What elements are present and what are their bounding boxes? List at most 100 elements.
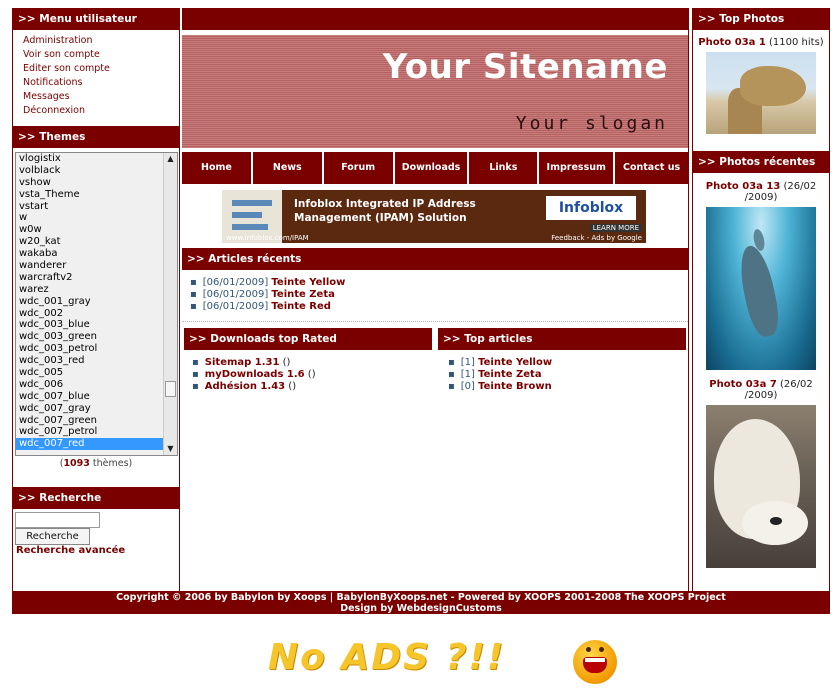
dolphin-photo[interactable] <box>706 207 816 370</box>
search-input[interactable] <box>15 512 100 528</box>
polar-bear-photo[interactable] <box>706 405 816 568</box>
theme-option[interactable]: wdc_007_green <box>16 415 163 427</box>
article-link[interactable]: Teinte Zeta <box>478 369 541 380</box>
list-item: [1] Teinte Yellow <box>448 357 686 369</box>
theme-options: vlogistix volblack vshow vsta_Theme vstart w w… <box>16 153 163 455</box>
advanced-search-link[interactable]: Recherche avancée <box>16 545 179 556</box>
list-item: [1] Teinte Zeta <box>448 369 686 381</box>
nav-downloads[interactable]: Downloads <box>394 152 470 184</box>
article-link[interactable]: Teinte Brown <box>478 381 552 392</box>
user-menu: Administration Voir son compte Editer so… <box>13 30 179 124</box>
download-rating: () <box>288 381 297 392</box>
theme-option[interactable]: vstart <box>16 201 163 213</box>
nav-links[interactable]: Links <box>469 152 540 184</box>
article-link[interactable]: Teinte Yellow <box>478 357 552 368</box>
top-articles-section: >> Top articles [1] Teinte Yellow [1] Te… <box>438 328 686 397</box>
download-link[interactable]: Sitemap 1.31 <box>205 357 280 368</box>
article-hits: [1] <box>460 357 475 368</box>
nav-impressum[interactable]: Impressum <box>539 152 616 184</box>
article-date: [06/01/2009] <box>202 289 269 300</box>
photo-caption: Photo 03a 13 (26/02 /2009) <box>705 181 817 203</box>
photo-caption: Photo 03a 1 (1100 hits) <box>698 37 824 48</box>
article-link[interactable]: Teinte Red <box>271 301 331 312</box>
theme-option[interactable]: w0w <box>16 224 163 236</box>
ad-title: Infoblox Integrated IP Address Management… <box>294 198 476 224</box>
ad-banner[interactable]: Infoblox Integrated IP Address Management… <box>222 190 646 243</box>
menu-item-notifications[interactable]: Notifications <box>23 76 179 90</box>
search-header: >> Recherche <box>13 487 179 509</box>
menu-item-view-account[interactable]: Voir son compte <box>23 48 179 62</box>
footer-copyright: Copyright © 2006 by Babylon by Xoops | B… <box>116 592 726 603</box>
recent-articles-header: >> Articles récents <box>182 248 688 270</box>
site-banner: Your Sitename Your slogan <box>182 35 688 148</box>
theme-option[interactable]: warcraftv2 <box>16 272 163 284</box>
left-sidebar: >> Menu utilisateur Administration Voir … <box>12 8 180 591</box>
search-button[interactable]: Recherche <box>15 528 90 545</box>
ad-learn-more[interactable]: LEARN MORE <box>589 224 642 232</box>
menu-item-messages[interactable]: Messages <box>23 90 179 104</box>
theme-option[interactable]: wdc_007_petrol <box>16 426 163 438</box>
theme-option[interactable]: wdc_006 <box>16 379 163 391</box>
download-rating: () <box>282 357 291 368</box>
menu-item-administration[interactable]: Administration <box>23 34 179 48</box>
theme-option[interactable]: w <box>16 212 163 224</box>
theme-option[interactable]: wdc_005 <box>16 367 163 379</box>
nav-contact[interactable]: Contact us <box>615 152 688 184</box>
theme-option[interactable]: wdc_002 <box>16 308 163 320</box>
main-content: Your Sitename Your slogan Home News Foru… <box>182 8 689 591</box>
theme-option[interactable]: wdc_003_blue <box>16 319 163 331</box>
article-link[interactable]: Teinte Yellow <box>271 277 345 288</box>
ad-url: www.infoblox.com/IPAM <box>226 234 309 242</box>
ad-feedback[interactable]: Feedback - Ads by Google <box>551 234 642 242</box>
downloads-header: >> Downloads top Rated <box>184 328 432 350</box>
download-link[interactable]: myDownloads 1.6 <box>205 369 305 380</box>
scroll-down-arrow-icon[interactable]: ▼ <box>164 443 177 455</box>
theme-option[interactable]: volblack <box>16 165 163 177</box>
menu-item-logout[interactable]: Déconnexion <box>23 104 179 118</box>
theme-count-number: 1093 <box>63 458 90 469</box>
theme-option[interactable]: wanderer <box>16 260 163 272</box>
theme-option[interactable]: vlogistix <box>16 153 163 165</box>
photo-link[interactable]: Photo 03a 1 <box>698 37 766 48</box>
scroll-up-arrow-icon[interactable]: ▲ <box>164 153 177 165</box>
list-item: [06/01/2009] Teinte Zeta <box>190 289 688 301</box>
nav-home[interactable]: Home <box>182 152 253 184</box>
list-item: Sitemap 1.31 () <box>192 357 432 369</box>
site-name[interactable]: Your Sitename <box>383 47 668 87</box>
theme-option[interactable]: warez <box>16 284 163 296</box>
theme-option[interactable]: vshow <box>16 177 163 189</box>
nav-news[interactable]: News <box>252 152 324 184</box>
theme-select-list[interactable]: vlogistix volblack vshow vsta_Theme vstart w w… <box>15 152 178 456</box>
scrollbar-thumb[interactable] <box>165 381 176 397</box>
camel-photo[interactable] <box>706 52 816 134</box>
right-sidebar: >> Top Photos Photo 03a 1 (1100 hits) >>… <box>692 8 830 591</box>
list-item: [06/01/2009] Teinte Red <box>190 301 688 313</box>
theme-option[interactable]: wdc_007_red <box>16 438 163 451</box>
theme-list-scrollbar[interactable]: ▲ ▼ <box>163 153 177 455</box>
theme-option[interactable]: wdc_003_petrol <box>16 343 163 355</box>
theme-option[interactable]: wdc_007_blue <box>16 391 163 403</box>
theme-option[interactable]: w20_kat <box>16 236 163 248</box>
theme-option[interactable]: wdc_003_green <box>16 331 163 343</box>
theme-count: (1093 thèmes) <box>59 458 133 469</box>
theme-option[interactable]: vsta_Theme <box>16 189 163 201</box>
top-bar <box>182 8 688 30</box>
photo-caption: Photo 03a 7 (26/02 /2009) <box>709 379 813 401</box>
designer-link[interactable]: WebdesignCustoms <box>397 603 502 614</box>
menu-item-edit-account[interactable]: Editer son compte <box>23 62 179 76</box>
theme-option[interactable]: wakaba <box>16 248 163 260</box>
article-link[interactable]: Teinte Zeta <box>271 289 334 300</box>
ad-brand-logo: Infoblox <box>546 196 636 220</box>
theme-option[interactable]: wdc_001_gray <box>16 296 163 308</box>
theme-option[interactable]: wdc_003_red <box>16 355 163 367</box>
footer-design: Design by WebdesignCustoms <box>340 603 502 614</box>
download-rating: () <box>307 369 316 380</box>
photo-link[interactable]: Photo 03a 7 <box>709 379 777 390</box>
theme-option[interactable]: wdc_007_gray <box>16 403 163 415</box>
nav-forum[interactable]: Forum <box>323 152 395 184</box>
photo-link[interactable]: Photo 03a 13 <box>706 181 781 192</box>
user-menu-header: >> Menu utilisateur <box>13 8 179 30</box>
download-link[interactable]: Adhésion 1.43 <box>205 381 285 392</box>
page-footer: Copyright © 2006 by Babylon by Xoops | B… <box>12 591 830 614</box>
recent-photos-header: >> Photos récentes <box>693 151 829 173</box>
